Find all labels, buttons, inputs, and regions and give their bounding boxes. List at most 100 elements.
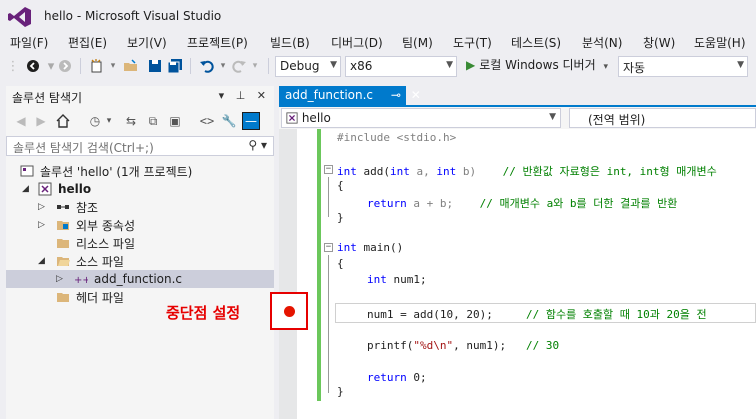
tree-item-external-dependencies[interactable]: ▷ 외부 종속성 <box>6 216 274 234</box>
back-icon[interactable]: ◀ <box>12 112 30 130</box>
pin-tab-icon[interactable]: ⊸ <box>391 88 401 102</box>
collapse-all-icon[interactable]: ⧉ <box>144 112 162 130</box>
breakpoint-annotation-label: 중단점 설정 <box>166 304 241 322</box>
member-scope-select[interactable]: (전역 범위) <box>569 108 756 128</box>
menu-tools[interactable]: 도구(T) <box>453 34 492 51</box>
pin-icon[interactable]: ⊥ <box>236 89 250 102</box>
editor-navigation-bar: hello ▼ (전역 범위) <box>279 107 756 129</box>
collapsed-arrow-icon[interactable]: ▷ <box>38 220 45 230</box>
tree-item-source-files[interactable]: ◢ 소스 파일 <box>6 252 274 270</box>
dropdown-arrow-icon[interactable]: ▾ <box>100 112 118 130</box>
breakpoint-gutter[interactable] <box>279 129 297 419</box>
toolbar-separator <box>268 58 269 74</box>
tree-label: 헤더 파일 <box>76 290 124 305</box>
close-tab-icon[interactable]: ✕ <box>411 88 421 102</box>
solution-configuration-select[interactable]: Debug ▼ <box>275 56 341 77</box>
play-icon: ▶ <box>466 58 476 72</box>
collapsed-arrow-icon[interactable]: ▷ <box>56 274 63 284</box>
configuration-value: Debug <box>280 59 320 73</box>
menu-build[interactable]: 빌드(B) <box>270 34 310 51</box>
references-icon <box>57 205 69 209</box>
toolbar-separator <box>190 58 191 74</box>
tab-add-function-c[interactable]: add_function.c ⊸ ✕ <box>279 86 421 106</box>
solution-platform-select[interactable]: x86 ▼ <box>345 56 457 77</box>
collapse-icon[interactable]: − <box>324 243 333 252</box>
tree-label: 리소스 파일 <box>76 236 136 251</box>
project-scope-select[interactable]: hello ▼ <box>281 108 561 128</box>
tab-label: add_function.c <box>285 88 374 102</box>
standard-toolbar: ⋮ ▾ ▾ ▾ ▾ Debug ▼ x86 ▼ 자동 ▼ <box>0 52 756 80</box>
code-line: int num1; <box>367 273 427 286</box>
dropdown-arrow-icon[interactable]: ▾ <box>104 57 122 75</box>
tree-item-references[interactable]: ▷ 참조 <box>6 198 274 216</box>
properties-icon[interactable]: 🔧 <box>220 112 238 130</box>
save-all-icon[interactable] <box>166 57 184 75</box>
code-line: num1 = add(10, 20); // 함수를 호출할 때 10과 20을… <box>367 308 707 321</box>
project-icon <box>286 112 298 124</box>
tree-item-solution[interactable]: 솔루션 'hello' (1개 프로젝트) <box>6 162 274 180</box>
tree-label: add_function.c <box>94 272 183 286</box>
menu-debug[interactable]: 디버그(D) <box>331 34 383 51</box>
folder-open-icon <box>57 257 70 266</box>
folder-icon <box>57 293 69 302</box>
forward-icon[interactable] <box>56 57 74 75</box>
menu-bar: 파일(F) 편집(E) 보기(V) 프로젝트(P) 빌드(B) 디버그(D) 팀… <box>0 32 756 52</box>
code-line: printf("%d\n", num1); // 30 <box>367 339 560 352</box>
menu-window[interactable]: 창(W) <box>643 34 675 51</box>
debug-mode-select[interactable]: 자동 ▼ <box>618 56 748 77</box>
dropdown-arrow-icon[interactable]: ▾ <box>246 57 264 75</box>
start-debugging-button[interactable]: ▶ 로컬 Windows 디버거 ▾ <box>466 56 608 73</box>
project-scope-value: hello <box>301 111 331 125</box>
menu-analyze[interactable]: 분석(N) <box>582 34 622 51</box>
chevron-down-icon: ▼ <box>737 60 744 70</box>
save-icon[interactable] <box>146 57 164 75</box>
sync-icon[interactable]: ⇆ <box>122 112 140 130</box>
solution-explorer-panel: 솔루션 탐색기 ▾ ⊥ ✕ ◀ ▶ ◷ ▾ ⇆ ⧉ ▣ <> 🔧 — 솔루션 탐… <box>6 86 274 419</box>
code-line: return a + b; // 매개변수 a와 b를 더한 결과를 반환 <box>367 197 678 210</box>
tree-item-resource-files[interactable]: 리소스 파일 <box>6 234 274 252</box>
menu-view[interactable]: 보기(V) <box>127 34 167 51</box>
tree-item-project[interactable]: ◢ hello <box>6 180 274 198</box>
show-all-files-icon[interactable]: ▣ <box>166 112 184 130</box>
chevron-down-icon: ▼ <box>446 60 453 70</box>
tree-label: hello <box>58 182 92 196</box>
tree-item-add-function-c[interactable]: ▷ ++ add_function.c <box>6 270 274 288</box>
chevron-down-icon: ▼ <box>330 60 337 70</box>
home-icon[interactable] <box>54 112 72 130</box>
dropdown-arrow-icon: ▾ <box>603 62 608 72</box>
svg-text:++: ++ <box>74 275 88 286</box>
close-icon[interactable]: ✕ <box>257 89 270 102</box>
menu-edit[interactable]: 편집(E) <box>68 34 107 51</box>
code-line: #include <stdio.h> <box>337 131 457 144</box>
code-line: return 0; <box>367 371 427 384</box>
expanded-arrow-icon[interactable]: ◢ <box>22 184 29 194</box>
preview-selected-items-icon[interactable]: — <box>242 112 260 130</box>
folder-icon <box>57 221 69 230</box>
solution-explorer-search-input[interactable]: 솔루션 탐색기 검색(Ctrl+;) ⚲ ▾ <box>6 136 274 156</box>
collapsed-arrow-icon[interactable]: ▷ <box>38 202 45 212</box>
forward-icon[interactable]: ▶ <box>32 112 50 130</box>
window-title: hello - Microsoft Visual Studio <box>44 9 222 23</box>
open-file-icon[interactable] <box>122 57 140 75</box>
menu-help[interactable]: 도움말(H) <box>694 34 746 51</box>
menu-file[interactable]: 파일(F) <box>10 34 48 51</box>
menu-test[interactable]: 테스트(S) <box>511 34 561 51</box>
tree-label: 소스 파일 <box>76 254 124 269</box>
code-line: int main() <box>337 241 404 254</box>
tree-label: 참조 <box>76 200 99 215</box>
back-icon[interactable] <box>24 57 42 75</box>
expanded-arrow-icon[interactable]: ◢ <box>38 256 45 266</box>
collapse-icon[interactable]: − <box>324 165 333 174</box>
menu-project[interactable]: 프로젝트(P) <box>187 34 248 51</box>
window-options-icon[interactable]: ▾ <box>219 89 229 102</box>
breakpoint-icon[interactable] <box>284 306 295 317</box>
menu-team[interactable]: 팀(M) <box>402 34 433 51</box>
code-editor[interactable]: − − #include <stdio.h> int add(int a, in… <box>279 129 756 419</box>
view-code-icon[interactable]: <> <box>198 112 216 130</box>
project-icon <box>38 182 52 196</box>
breakpoint-highlight-box <box>270 292 308 330</box>
code-line: { <box>337 179 344 192</box>
solution-explorer-header: 솔루션 탐색기 ▾ ⊥ ✕ <box>6 86 274 108</box>
change-tracking-bar <box>317 129 321 401</box>
toolbar-separator <box>80 58 81 74</box>
